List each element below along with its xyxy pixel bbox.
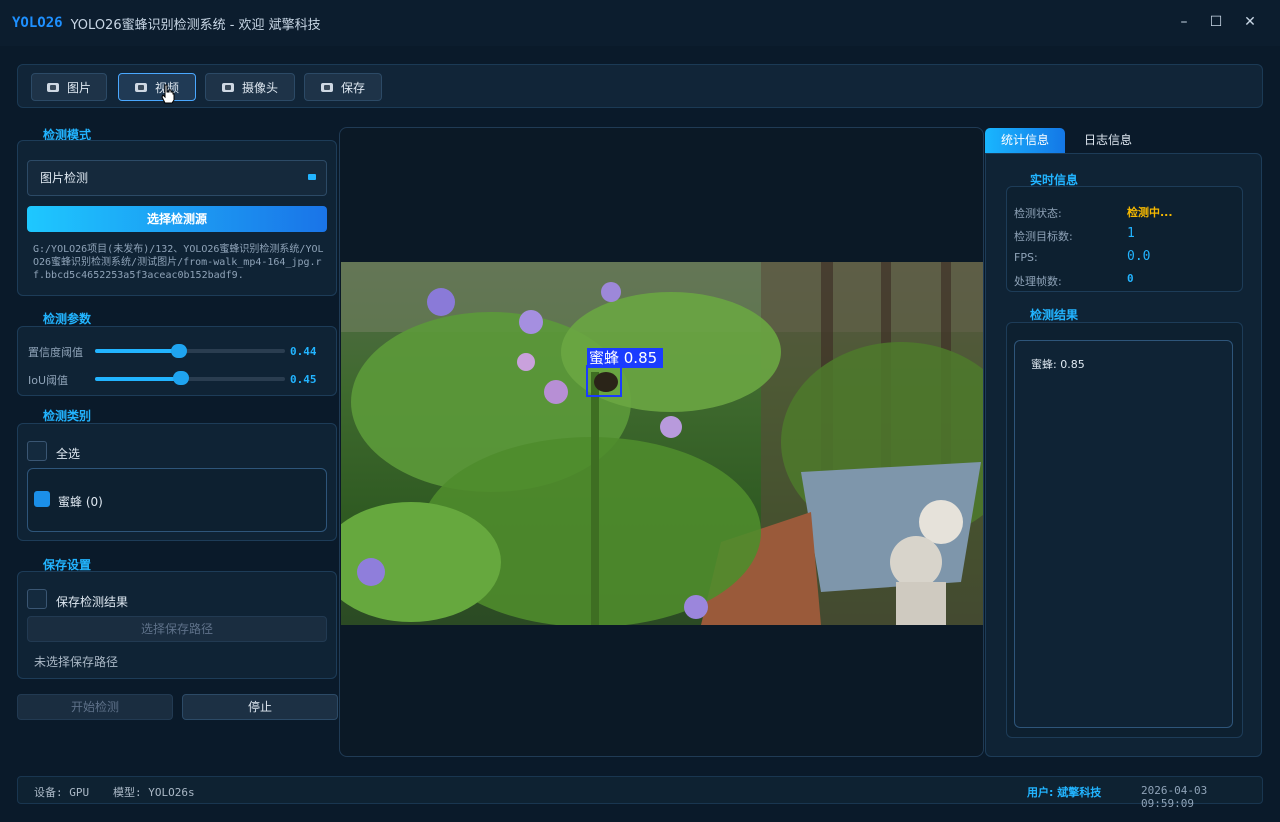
fps-value: 0.0	[1127, 249, 1151, 264]
tab-stats[interactable]: 统计信息	[985, 128, 1065, 153]
frames-key: 处理帧数:	[1014, 275, 1062, 288]
hand-cursor-icon	[161, 84, 175, 104]
datetime: 2026-04-03 09:59:09	[1141, 784, 1208, 810]
image-button[interactable]: 图片	[31, 73, 107, 101]
result-item: 蜜蜂: 0.85	[1031, 358, 1085, 371]
camera-button-label: 摄像头	[241, 80, 278, 95]
results-box	[1014, 340, 1233, 728]
save-path-status: 未选择保存路径	[34, 655, 119, 669]
start-detect-button[interactable]: 开始检测	[17, 694, 173, 720]
image-button-label: 图片	[66, 80, 91, 95]
minimize-button[interactable]: –	[1174, 12, 1194, 32]
scene-illustration	[341, 262, 983, 625]
camera-icon	[221, 82, 234, 92]
save-button-label: 保存	[340, 80, 365, 95]
class-bee-label: 蜜蜂 (0)	[58, 495, 103, 509]
count-key: 检测目标数:	[1014, 230, 1073, 243]
status-value: 检测中...	[1127, 206, 1173, 219]
status-bar: 设备: GPU 模型: YOLO26s 用户: 斌擎科技 2026-04-03 …	[17, 776, 1263, 810]
iou-value: 0.45	[290, 373, 317, 386]
status-key: 检测状态:	[1014, 207, 1062, 220]
select-all-label: 全选	[56, 447, 81, 461]
save-button[interactable]: 保存	[304, 73, 382, 101]
device-info: 设备: GPU	[34, 786, 90, 799]
close-button[interactable]: ✕	[1240, 12, 1260, 32]
app-brand: YOLO26	[12, 15, 63, 31]
detect-mode-selected: 图片检测	[40, 171, 89, 185]
conf-slider-handle[interactable]	[171, 344, 187, 358]
camera-button[interactable]: 摄像头	[205, 73, 295, 101]
choose-save-path-button[interactable]: 选择保存路径	[27, 616, 327, 642]
image-icon	[46, 82, 59, 92]
detection-frame: 蜜蜂 0.85	[341, 262, 983, 625]
conf-value: 0.44	[290, 345, 317, 358]
chevron-down-icon	[308, 174, 316, 180]
stop-button[interactable]: 停止	[182, 694, 338, 720]
classes-title: 检测类别	[43, 409, 92, 423]
iou-slider-handle[interactable]	[173, 371, 189, 385]
video-icon	[134, 82, 147, 92]
video-viewer: 蜜蜂 0.85	[339, 127, 984, 757]
user-info: 用户: 斌擎科技	[1027, 786, 1102, 799]
maximize-button[interactable]: ☐	[1206, 12, 1226, 32]
save-icon	[320, 82, 333, 92]
toolbar: 图片 视频 摄像头 保存	[17, 64, 1263, 108]
iou-slider-fill	[95, 377, 181, 381]
source-path: G:/YOLO26项目(未发布)/132、YOLO26蜜蜂识别检测系统/YOLO…	[33, 244, 324, 281]
select-all-checkbox[interactable]	[27, 441, 47, 461]
save-results-label: 保存检测结果	[56, 595, 129, 609]
count-value: 1	[1127, 226, 1135, 241]
frames-value: 0	[1127, 272, 1134, 285]
window-title: YOLO26蜜蜂识别检测系统 - 欢迎 斌擎科技	[70, 17, 321, 33]
iou-label: IoU阈值	[28, 374, 69, 387]
choose-source-button[interactable]: 选择检测源	[27, 206, 327, 232]
results-title: 检测结果	[1030, 308, 1079, 322]
conf-slider-fill	[95, 349, 179, 353]
video-button[interactable]: 视频	[118, 73, 196, 101]
params-title: 检测参数	[43, 312, 92, 326]
save-results-checkbox[interactable]	[27, 589, 47, 609]
class-bee-checkbox[interactable]	[34, 491, 50, 507]
model-info: 模型: YOLO26s	[113, 786, 195, 799]
title-bar: YOLO26 YOLO26蜜蜂识别检测系统 - 欢迎 斌擎科技 – ☐ ✕	[0, 0, 1280, 46]
detect-mode-select[interactable]: 图片检测	[27, 160, 327, 196]
tab-log[interactable]: 日志信息	[1068, 128, 1148, 153]
bbox-label: 蜜蜂 0.85	[589, 349, 658, 367]
fps-key: FPS:	[1014, 251, 1038, 264]
conf-label: 置信度阈值	[28, 346, 83, 359]
